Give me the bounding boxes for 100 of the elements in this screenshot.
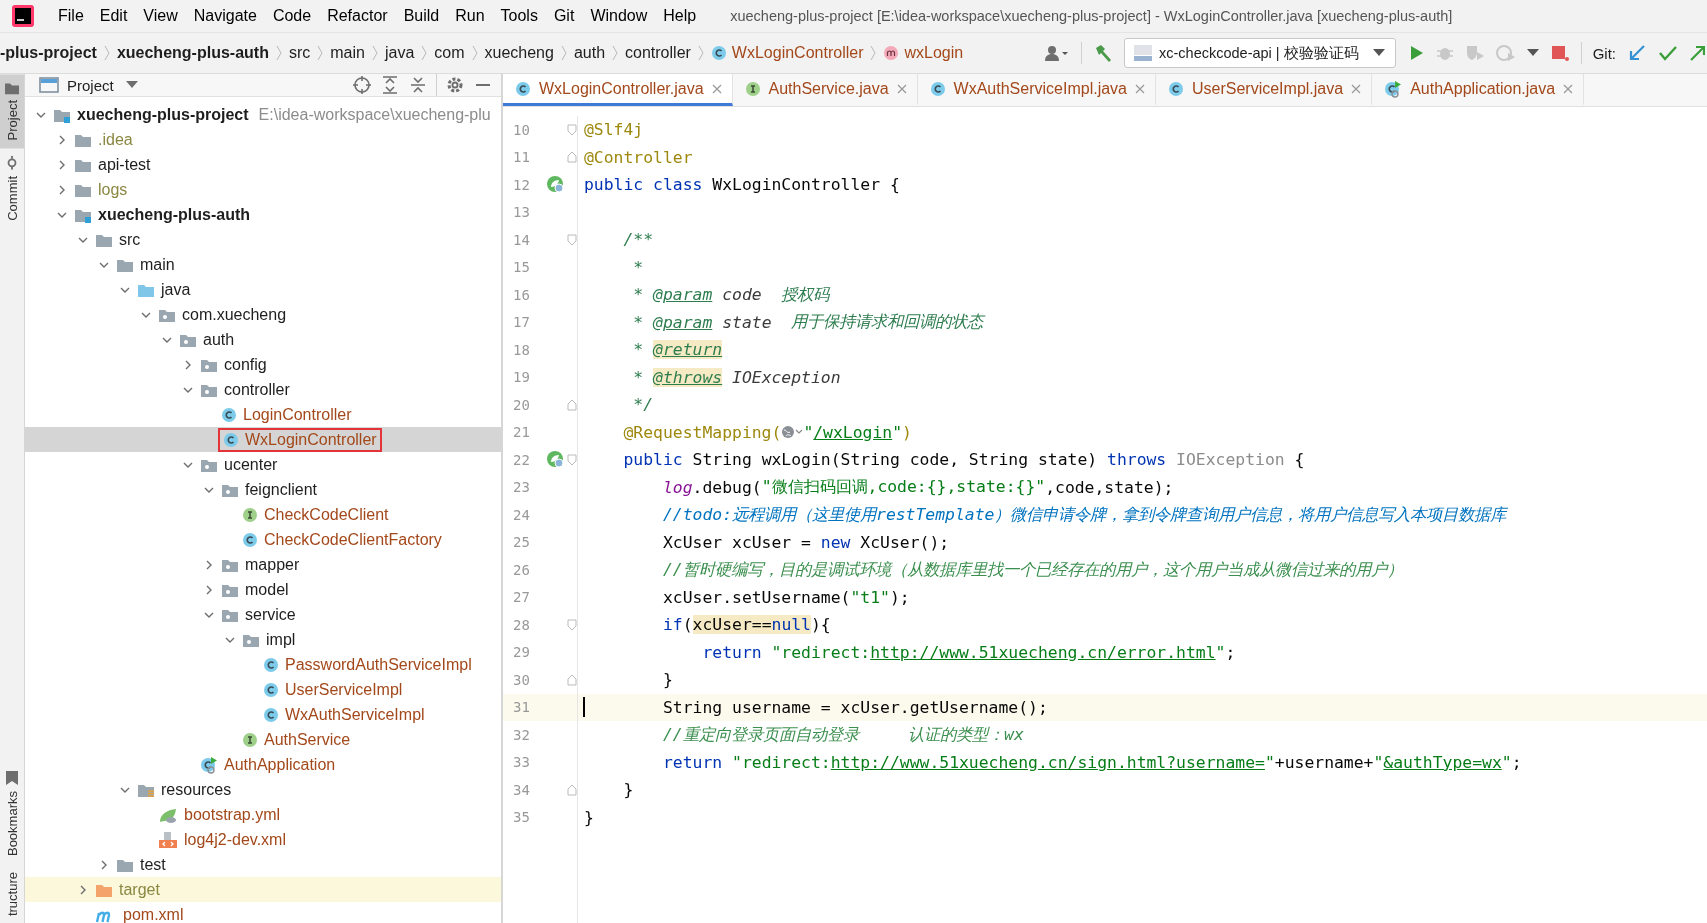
fold-marker-icon[interactable] (567, 398, 577, 411)
tree-item[interactable]: com.xuecheng (25, 302, 501, 327)
caret-icon[interactable] (125, 81, 138, 89)
bean-icon[interactable] (546, 174, 566, 195)
breadcrumb-item[interactable]: auth (573, 44, 606, 62)
breadcrumb-item[interactable]: xuecheng (484, 44, 554, 62)
bean-icon[interactable] (546, 449, 566, 470)
editor-tab[interactable]: WxAuthServiceImpl.java (917, 74, 1156, 106)
tree-item[interactable]: java (25, 277, 501, 302)
line-number: 11 (512, 149, 531, 166)
editor-tab[interactable]: AuthService.java (732, 74, 918, 106)
settings-icon[interactable] (445, 75, 465, 95)
caret-icon[interactable] (1526, 49, 1539, 57)
menu-item[interactable]: Tools (492, 7, 546, 25)
tree-item[interactable]: WxLoginController (25, 427, 501, 452)
item-label: feignclient (244, 480, 318, 499)
stop-icon[interactable] (1549, 44, 1570, 62)
tree-item[interactable]: main (25, 252, 501, 277)
run-config-dropdown[interactable]: xc-checkcode-api | 校验验证码 (1124, 38, 1396, 68)
tree-item[interactable]: CheckCodeClientFactory (25, 527, 501, 552)
tree-item[interactable]: model (25, 577, 501, 602)
menu-item[interactable]: View (135, 7, 186, 25)
menu-item[interactable]: Run (447, 7, 493, 25)
tree-item[interactable]: WxAuthServiceImpl (25, 702, 501, 727)
collapse-all-icon[interactable] (408, 75, 428, 95)
tree-item[interactable]: feignclient (25, 477, 501, 502)
close-icon[interactable] (1563, 83, 1574, 94)
fold-marker-icon[interactable] (567, 151, 577, 164)
tool-window-button[interactable]: Commit (0, 148, 24, 230)
tool-window-button[interactable]: Bookmarks (0, 762, 24, 864)
tree-item[interactable]: api-test (25, 152, 501, 177)
fold-marker-icon[interactable] (567, 453, 577, 466)
tree-item[interactable]: test (25, 852, 501, 877)
tree-item[interactable]: xuecheng-plus-auth (25, 202, 501, 227)
tree-item[interactable]: xuecheng-plus-project E:\idea-workspace\xuecheng-plu (25, 102, 501, 127)
menu-item[interactable]: Git (545, 7, 583, 25)
breadcrumb-item[interactable]: main (330, 44, 365, 62)
breadcrumb-item[interactable]: com (434, 44, 465, 62)
tree-item[interactable]: ucenter (25, 452, 501, 477)
tree-item[interactable]: src (25, 227, 501, 252)
user-icon[interactable] (1044, 44, 1070, 62)
tool-window-button[interactable]: tructure (0, 863, 24, 923)
tree-item[interactable]: pom.xml (25, 902, 501, 923)
tree-item[interactable]: service (25, 602, 501, 627)
menu-item[interactable]: Refactor (319, 7, 396, 25)
close-icon[interactable] (1351, 83, 1362, 94)
item-label: PasswordAuthServiceImpl (284, 655, 472, 674)
fold-marker-icon[interactable] (567, 618, 577, 631)
breadcrumb-item[interactable]: WxLoginController (710, 44, 864, 62)
tree-item[interactable]: target (25, 877, 501, 902)
tree-item[interactable]: config (25, 352, 501, 377)
tree-item[interactable]: CheckCodeClient (25, 502, 501, 527)
breadcrumb-item[interactable]: controller (625, 44, 691, 62)
tree-item[interactable]: AuthService (25, 727, 501, 752)
line-number: 26 (512, 561, 531, 578)
fold-marker-icon[interactable] (567, 783, 577, 796)
hammer-icon[interactable] (1093, 43, 1113, 63)
menu-item[interactable]: Window (582, 7, 656, 25)
tree-item[interactable]: log4j2-dev.xml (25, 827, 501, 852)
update-arrow-icon[interactable] (1627, 43, 1647, 63)
menu-item[interactable]: Code (264, 7, 320, 25)
editor-tab[interactable]: UserServiceImpl.java (1156, 74, 1373, 106)
close-icon[interactable] (1135, 83, 1145, 94)
breadcrumb-item[interactable]: src (288, 44, 311, 62)
push-arrow-icon[interactable] (1689, 43, 1705, 63)
panel-title[interactable]: Project (67, 76, 114, 94)
editor-tab[interactable]: AuthApplication.java (1372, 74, 1585, 106)
globe-icon[interactable] (781, 424, 804, 441)
close-icon[interactable] (896, 83, 907, 94)
tool-window-button[interactable]: Project (0, 74, 24, 149)
tree-item[interactable]: LoginController (25, 402, 501, 427)
menu-item[interactable]: Edit (91, 7, 136, 25)
menu-item[interactable]: File (50, 7, 92, 25)
tree-item[interactable]: logs (25, 177, 501, 202)
tree-item[interactable]: auth (25, 327, 501, 352)
locate-icon[interactable] (352, 75, 372, 95)
expand-all-icon[interactable] (380, 75, 400, 95)
tree-item[interactable]: bootstrap.yml (25, 802, 501, 827)
tree-item[interactable]: controller (25, 377, 501, 402)
breadcrumb-item[interactable]: -plus-project (0, 44, 97, 62)
editor-tab[interactable]: WxLoginController.java (503, 74, 733, 106)
tree-item[interactable]: impl (25, 627, 501, 652)
fold-marker-icon[interactable] (567, 123, 577, 136)
tree-item[interactable]: resources (25, 777, 501, 802)
fold-marker-icon[interactable] (567, 233, 577, 246)
tree-item[interactable]: PasswordAuthServiceImpl (25, 652, 501, 677)
tree-item[interactable]: .idea (25, 127, 501, 152)
api-icon (1133, 44, 1153, 62)
tree-item[interactable]: AuthApplication (25, 752, 501, 777)
menu-item[interactable]: Help (655, 7, 705, 25)
breadcrumb-item[interactable]: java (384, 44, 415, 62)
menu-item[interactable]: Build (395, 7, 448, 25)
fold-marker-icon[interactable] (567, 673, 577, 686)
menu-item[interactable]: Navigate (185, 7, 265, 25)
close-icon[interactable] (711, 83, 722, 94)
breadcrumb-item[interactable]: wxLogin (883, 44, 964, 62)
tree-item[interactable]: mapper (25, 552, 501, 577)
tree-item[interactable]: UserServiceImpl (25, 677, 501, 702)
breadcrumb-item[interactable]: xuecheng-plus-auth (116, 44, 269, 62)
class-icon (221, 406, 237, 423)
